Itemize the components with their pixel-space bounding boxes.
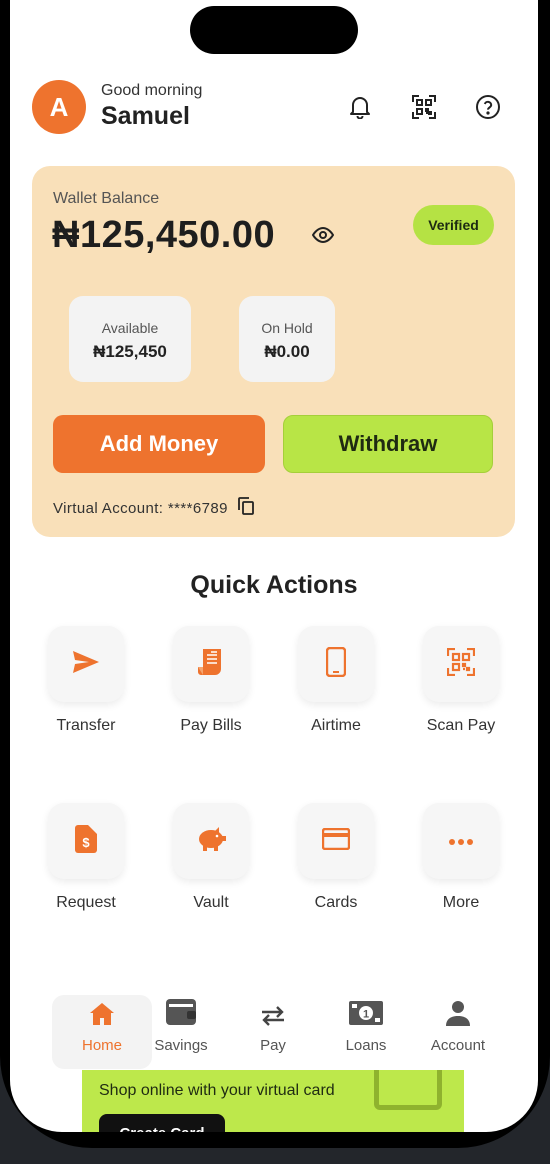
quick-actions-title: Quick Actions <box>190 571 358 599</box>
on-hold-label: On Hold <box>261 320 313 336</box>
nav-loans[interactable]: 1 Loans <box>320 995 412 1069</box>
user-name: Samuel <box>101 102 190 130</box>
avatar[interactable]: A <box>32 80 86 134</box>
wallet-card: Wallet Balance ₦125,450.00 Verified Avai… <box>32 166 515 537</box>
quick-action-request[interactable]: $ Request <box>31 803 141 912</box>
quick-action-label: Transfer <box>56 717 116 734</box>
quick-action-more[interactable]: More <box>406 803 516 912</box>
quick-action-label: Pay Bills <box>180 717 242 734</box>
phone-frame: A Good morning Samuel Wallet Balance ₦12… <box>0 0 550 1148</box>
device-notch <box>190 6 358 54</box>
quick-action-label: Scan Pay <box>426 717 496 734</box>
quick-action-label: Airtime <box>311 717 361 734</box>
eye-icon[interactable] <box>311 226 335 248</box>
bottom-navigation: Home Savings Pay 1 Loans Account <box>10 986 538 1070</box>
quick-action-pay-bills[interactable]: Pay Bills <box>156 626 266 735</box>
wallet-icon <box>165 998 197 1031</box>
swap-arrows-icon <box>260 1006 286 1031</box>
add-money-button[interactable]: Add Money <box>53 415 265 473</box>
send-icon <box>72 650 100 679</box>
bell-icon[interactable] <box>346 93 374 121</box>
on-hold-value: ₦0.00 <box>264 342 310 361</box>
nav-label: Pay <box>260 1037 286 1054</box>
greeting-text: Good morning <box>101 82 203 99</box>
copy-icon[interactable] <box>237 497 254 519</box>
quick-action-label: Cards <box>314 894 358 911</box>
svg-text:1: 1 <box>363 1009 369 1021</box>
quick-action-label: Vault <box>193 894 229 911</box>
available-label: Available <box>101 320 159 336</box>
available-balance-box: Available ₦125,450 <box>69 296 191 382</box>
avatar-initial: A <box>49 91 69 122</box>
more-icon <box>449 832 473 850</box>
nav-label: Savings <box>154 1037 208 1054</box>
cash-icon: 1 <box>348 1000 384 1031</box>
nav-pay[interactable]: Pay <box>227 995 319 1069</box>
piggy-bank-icon <box>196 826 226 857</box>
card-illustration-icon <box>374 1068 442 1110</box>
svg-text:$: $ <box>82 835 90 850</box>
credit-card-icon <box>321 827 351 855</box>
nav-label: Account <box>430 1037 486 1054</box>
quick-action-label: More <box>442 894 480 911</box>
quick-action-vault[interactable]: Vault <box>156 803 266 912</box>
quick-action-airtime[interactable]: Airtime <box>281 626 391 735</box>
person-icon <box>446 1000 470 1031</box>
phone-icon <box>325 646 347 682</box>
nav-savings[interactable]: Savings <box>135 995 227 1069</box>
qr-scan-icon <box>446 647 476 681</box>
virtual-account-text: Virtual Account: ****6789 <box>53 499 228 517</box>
virtual-card-promo: Shop online with your virtual card Creat… <box>82 1068 464 1132</box>
available-value: ₦125,450 <box>93 342 167 361</box>
wallet-balance-amount: ₦125,450.00 <box>52 214 276 256</box>
withdraw-button[interactable]: Withdraw <box>283 415 493 473</box>
help-icon[interactable] <box>474 93 502 121</box>
dollar-document-icon: $ <box>75 824 97 858</box>
quick-action-label: Request <box>56 894 116 911</box>
qr-code-icon[interactable] <box>410 93 438 121</box>
promo-text: Shop online with your virtual card <box>99 1082 335 1099</box>
home-icon <box>89 1002 115 1031</box>
verified-badge: Verified <box>413 205 494 245</box>
virtual-account-row: Virtual Account: ****6789 <box>53 497 254 519</box>
nav-account[interactable]: Account <box>412 995 504 1069</box>
quick-action-cards[interactable]: Cards <box>281 803 391 912</box>
receipt-icon <box>198 648 224 681</box>
create-card-button[interactable]: Create Card <box>99 1114 225 1132</box>
quick-action-transfer[interactable]: Transfer <box>31 626 141 735</box>
app-screen: A Good morning Samuel Wallet Balance ₦12… <box>10 0 538 1132</box>
wallet-balance-label: Wallet Balance <box>53 190 160 207</box>
nav-label: Loans <box>345 1037 387 1054</box>
quick-action-scan-pay[interactable]: Scan Pay <box>406 626 516 735</box>
on-hold-balance-box: On Hold ₦0.00 <box>239 296 335 382</box>
